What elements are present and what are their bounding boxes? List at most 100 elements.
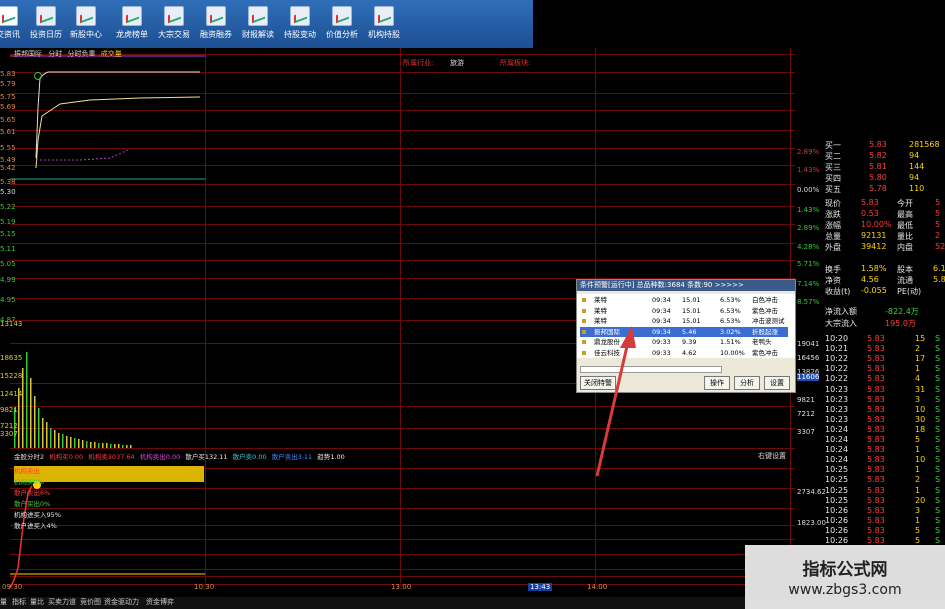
- ind-f6: 趋势: [317, 453, 331, 461]
- price-tick: 5.42: [0, 164, 16, 172]
- chart-icon: [36, 6, 56, 26]
- quote-row: 买五 5.78 110: [825, 184, 925, 194]
- toolbar-label: 交资讯: [0, 30, 20, 39]
- volume-bar: [54, 430, 56, 448]
- volume-bar: [74, 438, 76, 448]
- indicator-name[interactable]: 金股分时2: [14, 453, 44, 461]
- quote-row: 买三 5.81 144: [825, 162, 925, 172]
- top-toolbar: 交资讯 投资日历新股中心 龙虎榜单 大宗交易 融资融券 财报解读 持股变动 价值分析 机构持股: [0, 0, 533, 48]
- pct-tick: 2.89%: [797, 148, 820, 156]
- bottom-tab[interactable]: 买卖力道: [48, 597, 76, 607]
- toolbar-label: 财报解读: [242, 30, 274, 39]
- quote-row: 涨跌 0.53 最高 5: [825, 209, 941, 219]
- price-tick: 5.75: [0, 93, 16, 101]
- volume-bar: [118, 444, 120, 448]
- ind-f0: 机构买: [49, 453, 69, 461]
- toolbar-button-4[interactable]: 大宗交易: [154, 4, 194, 44]
- quote-row: 净资 4.56 流通 5.8: [825, 275, 945, 285]
- volume-bar: [122, 445, 124, 448]
- quote-panel: 买一 5.83 281568 买二 5.82 94 买三 5.81 144 买四 5.80 94 买五 5…: [823, 140, 945, 545]
- volume-bar: [38, 408, 40, 448]
- bottom-tab[interactable]: 量比: [30, 597, 44, 607]
- settings-button[interactable]: 设置: [764, 376, 790, 390]
- watermark: 指标公式网 www.zbgs3.com: [745, 545, 945, 609]
- volume-tick: 15228: [0, 372, 23, 380]
- quote-row: 收益(t) -0.055 PE(动): [825, 286, 922, 296]
- bottom-tab[interactable]: 竞价图: [80, 597, 101, 607]
- volume-bar: [82, 440, 84, 448]
- chart-icon: [76, 6, 96, 26]
- quote-row: 总量 92131 量比 2: [825, 231, 941, 241]
- price-tick: 5.83: [0, 70, 16, 78]
- pct-tick: 1.43%: [797, 206, 820, 214]
- ind-f5: 散户卖出: [271, 453, 298, 461]
- toolbar-button-5[interactable]: 融资融券: [196, 4, 236, 44]
- right-click-settings[interactable]: 右键设置: [758, 451, 786, 461]
- bottom-tab[interactable]: 资金驱动力: [104, 597, 139, 607]
- price-tick: 5.19: [0, 218, 16, 226]
- chart-icon: [0, 6, 18, 26]
- volume-bar: [66, 436, 68, 448]
- toolbar-button-8[interactable]: 价值分析: [322, 4, 362, 44]
- alert-row[interactable]: 莱特 09:34 15.01 6.53% 紫色冲击: [580, 306, 788, 316]
- price-tick: 5.15: [0, 230, 16, 238]
- price-tick: 5.79: [0, 80, 16, 88]
- popup-title[interactable]: 条件预警[运行中] 总品种数:3684 条数:90 >>>>>: [577, 280, 795, 291]
- volume-bar: [26, 352, 28, 448]
- volume-tick: 12414: [0, 390, 23, 398]
- volume-bar: [90, 442, 92, 448]
- bottom-tab[interactable]: 指标: [12, 597, 26, 607]
- toolbar-button-3[interactable]: 龙虎榜单: [112, 4, 152, 44]
- ind-f3: 散户买: [185, 453, 205, 461]
- toolbar-button-6[interactable]: 财报解读: [238, 4, 278, 44]
- analyze-button[interactable]: 分析: [734, 376, 760, 390]
- volume-tick-right: 9821: [797, 396, 815, 404]
- volume-bar: [46, 422, 48, 448]
- toolbar-button-9[interactable]: 机构持股: [364, 4, 404, 44]
- volume-bar: [98, 443, 100, 448]
- toolbar-button-2[interactable]: 新股中心: [66, 4, 106, 44]
- bottom-tab[interactable]: 量: [0, 597, 7, 607]
- volume-tick-right: 7212: [797, 410, 815, 418]
- ind-axis-2: 1823.00: [797, 519, 826, 527]
- chart-icon: [248, 6, 268, 26]
- quote-row: 换手 1.58% 股本 6.1: [825, 264, 945, 274]
- toolbar-label: 融资融券: [200, 30, 232, 39]
- price-tick: 5.11: [0, 245, 16, 253]
- toolbar-label: 新股中心: [70, 30, 102, 39]
- volume-bar: [50, 428, 52, 448]
- quote-row: 外盘39412内盘527: [825, 242, 945, 252]
- alert-icon: [582, 308, 586, 313]
- cursor-time: 13:43: [528, 583, 553, 591]
- toolbar-button-1[interactable]: 投资日历: [26, 4, 66, 44]
- volume-bar: [126, 445, 128, 448]
- price-tick: 4.99: [0, 276, 16, 284]
- volume-bar: [34, 396, 36, 448]
- alert-icon: [582, 298, 586, 302]
- volume-tick-right: 3307: [797, 428, 815, 436]
- chart-icon: [290, 6, 310, 26]
- bottom-tab[interactable]: 资金博弈: [146, 597, 174, 607]
- pct-tick: 2.89%: [797, 224, 820, 232]
- toolbar-label: 龙虎榜单: [116, 30, 148, 39]
- toolbar-button-7[interactable]: 持股变动: [280, 4, 320, 44]
- price-tick: 5.55: [0, 144, 16, 152]
- volume-bar: [110, 444, 112, 448]
- volume-bar: [130, 445, 132, 448]
- chart-icon: [122, 6, 142, 26]
- volume-tick: 7212: [0, 422, 18, 430]
- quote-row: 买一 5.83 281568: [825, 140, 940, 150]
- volume-bar: [102, 443, 104, 448]
- price-tick: 5.61: [0, 128, 16, 136]
- volume-tick-right: 19041: [797, 340, 820, 348]
- toolbar-button-0[interactable]: 交资讯: [0, 4, 28, 44]
- chart-icon: [206, 6, 226, 26]
- ind-f2: 机构卖出: [139, 453, 166, 461]
- indicator-legend: 机构卖出 机构买0% 散户卖出6% 散户买出0% 机构进买入95% 散户进买入4…: [14, 467, 61, 530]
- volume-bar: [78, 439, 80, 448]
- chart-icon: [164, 6, 184, 26]
- volume-bar: [22, 368, 24, 448]
- volume-bar: [94, 442, 96, 448]
- operate-button[interactable]: 操作: [704, 376, 730, 390]
- alert-row[interactable]: 莱特 09:34 15.01 6.53% 白色冲击: [580, 295, 788, 305]
